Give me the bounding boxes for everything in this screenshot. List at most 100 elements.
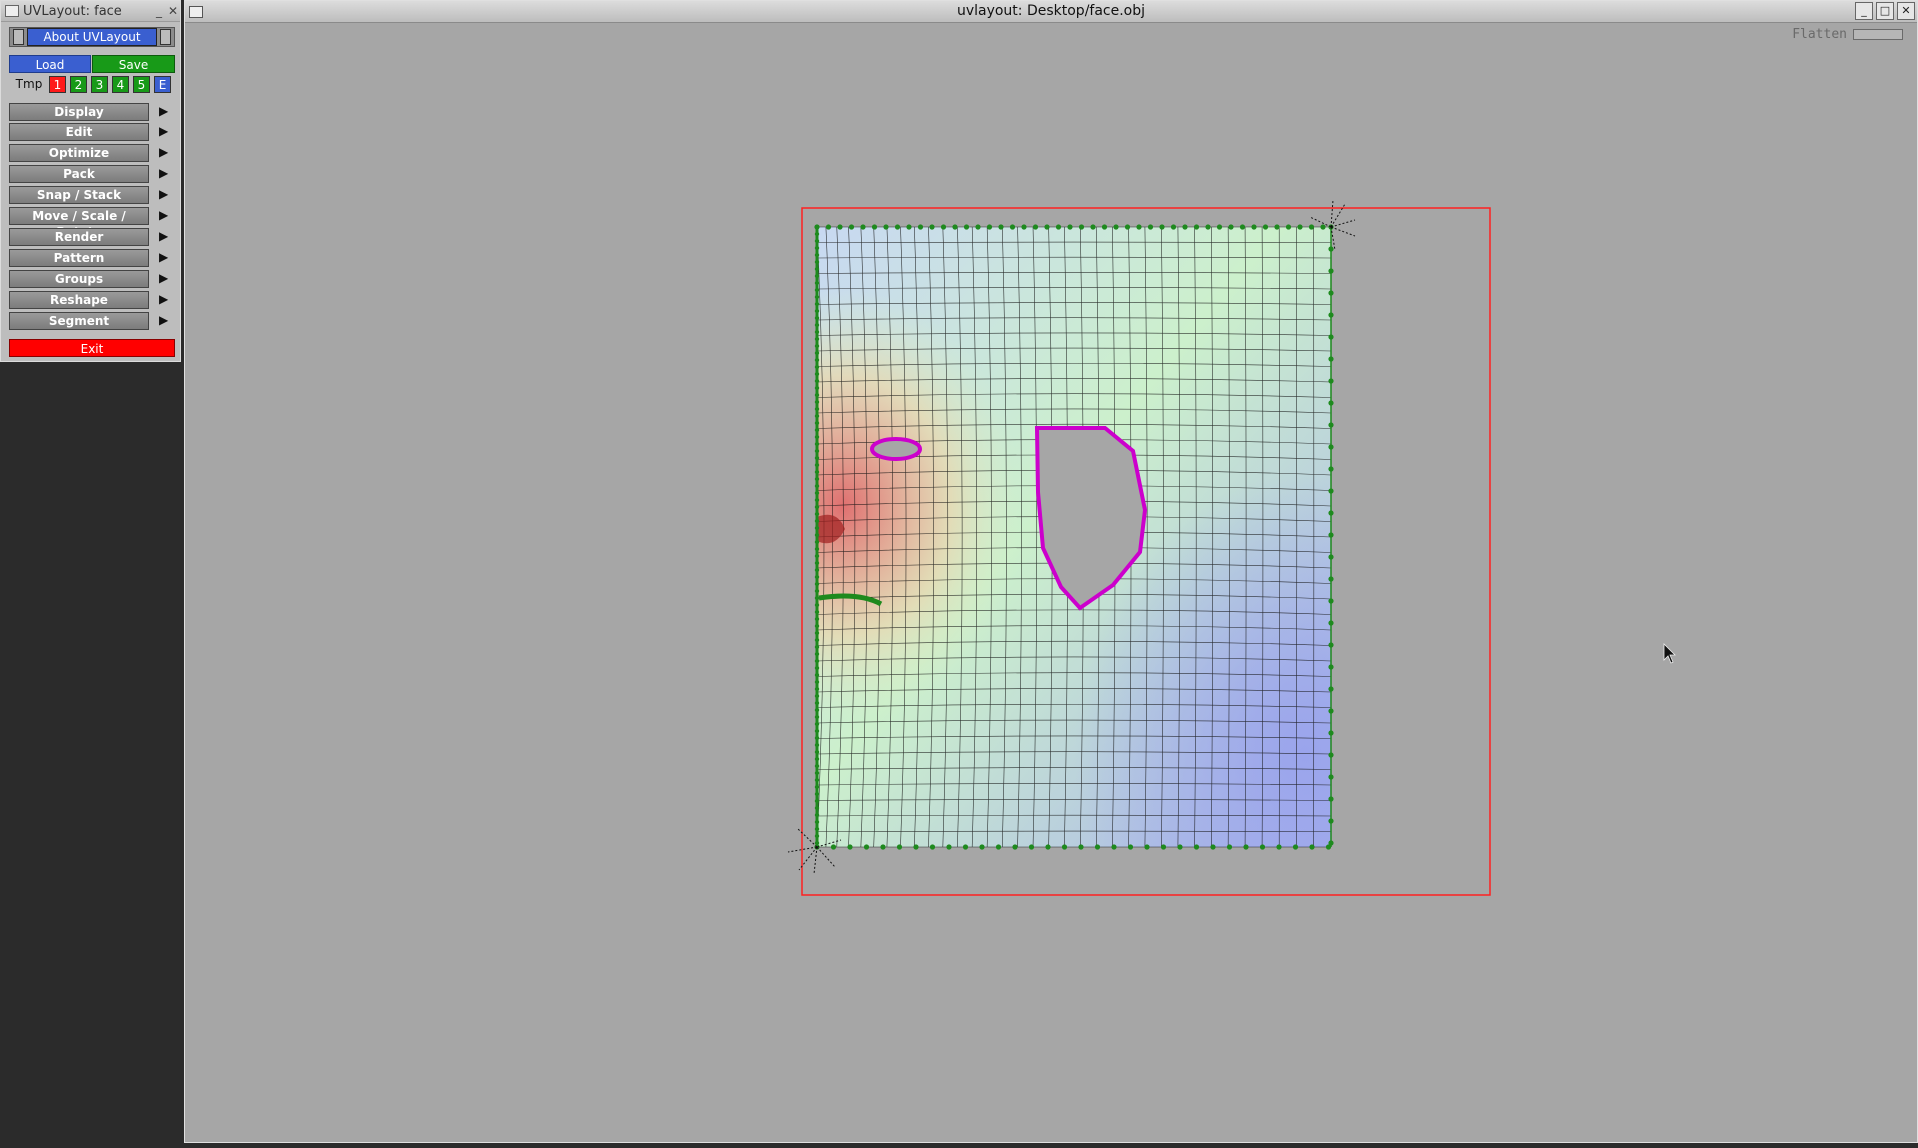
- main-window: uvlayout: Desktop/face.obj _ □ ✕ Flatten: [184, 0, 1918, 1143]
- window-menu-icon[interactable]: [189, 6, 203, 18]
- boundary-vertex: [1147, 224, 1154, 230]
- boundary-vertex: [1124, 224, 1131, 230]
- minimize-icon[interactable]: _: [1855, 2, 1873, 20]
- boundary-vertex: [1078, 844, 1084, 850]
- submenu-arrow-icon[interactable]: ▶: [159, 145, 168, 159]
- boundary-vertex: [1259, 844, 1266, 850]
- boundary-vertex: [880, 844, 886, 850]
- menu-snap-stack[interactable]: Snap / Stack ▶: [9, 186, 175, 204]
- boundary-vertex: [1210, 844, 1216, 850]
- boundary-vertex: [940, 224, 947, 230]
- boundary-vertex: [1309, 844, 1315, 850]
- boundary-vertex: [1193, 844, 1200, 850]
- menu-label: Edit: [9, 123, 149, 141]
- tmp-slot-2[interactable]: 2: [70, 75, 87, 93]
- menu-edit[interactable]: Edit ▶: [9, 123, 175, 141]
- boundary-vertex: [1009, 224, 1016, 230]
- menu-segment[interactable]: Segment ▶: [9, 312, 175, 330]
- boundary-vertex: [1094, 844, 1101, 850]
- close-icon[interactable]: ✕: [166, 4, 180, 18]
- tmp-slot-1[interactable]: 1: [49, 75, 66, 93]
- about-bar: About UVLayout: [9, 27, 175, 47]
- uv-viewport[interactable]: [185, 22, 1917, 1142]
- menu-reshape[interactable]: Reshape ▶: [9, 291, 175, 309]
- boundary-vertex: [847, 844, 853, 850]
- submenu-arrow-icon[interactable]: ▶: [159, 104, 168, 118]
- menu-render[interactable]: Render ▶: [9, 228, 175, 246]
- boundary-vertex: [1127, 844, 1134, 850]
- tmp-slot-row: Tmp 1 2 3 4 5 E: [9, 75, 175, 93]
- menu-groups[interactable]: Groups ▶: [9, 270, 175, 288]
- boundary-vertex: [995, 844, 1002, 850]
- boundary-vertex: [1067, 224, 1073, 230]
- boundary-vertex: [1276, 844, 1282, 850]
- eye-hole[interactable]: [870, 437, 922, 461]
- submenu-arrow-icon[interactable]: ▶: [159, 313, 168, 327]
- tmp-slot-edit[interactable]: E: [154, 75, 171, 93]
- menu-display[interactable]: Display ▶: [9, 103, 175, 121]
- grip-left-icon[interactable]: [13, 29, 24, 45]
- boundary-vertex: [1028, 844, 1035, 850]
- boundary-vertex: [1012, 844, 1018, 850]
- submenu-arrow-icon[interactable]: ▶: [159, 250, 168, 264]
- boundary-vertex: [929, 844, 936, 850]
- save-button[interactable]: Save: [92, 55, 175, 73]
- boundary-vertex: [1160, 844, 1167, 850]
- boundary-vertex: [1032, 224, 1039, 230]
- boundary-vertex: [1228, 224, 1234, 230]
- menu-optimize[interactable]: Optimize ▶: [9, 144, 175, 162]
- tmp-slot-3[interactable]: 3: [91, 75, 108, 93]
- boundary-vertex: [913, 844, 919, 850]
- boundary-vertex: [986, 224, 993, 230]
- boundary-vertex: [896, 844, 903, 850]
- maximize-icon[interactable]: □: [1876, 2, 1894, 20]
- submenu-arrow-icon[interactable]: ▶: [159, 292, 168, 306]
- boundary-vertex: [1297, 224, 1303, 230]
- grip-right-icon[interactable]: [160, 29, 171, 45]
- submenu-arrow-icon[interactable]: ▶: [159, 208, 168, 222]
- main-titlebar[interactable]: uvlayout: Desktop/face.obj _ □ ✕: [185, 1, 1917, 23]
- menu-label: Render: [9, 228, 149, 246]
- boundary-vertex: [1045, 844, 1051, 850]
- boundary-vertex: [848, 224, 855, 230]
- boundary-vertex: [1044, 224, 1050, 230]
- boundary-vertex: [1262, 224, 1269, 230]
- about-uvlayout-button[interactable]: About UVLayout: [27, 28, 157, 46]
- exit-button[interactable]: Exit: [9, 339, 175, 357]
- load-button[interactable]: Load: [9, 55, 91, 73]
- menu-move-scale-rotate[interactable]: Move / Scale / Rotate ▶: [9, 207, 175, 239]
- boundary-vertex: [975, 224, 981, 230]
- boundary-vertex: [998, 224, 1004, 230]
- submenu-arrow-icon[interactable]: ▶: [159, 166, 168, 180]
- submenu-arrow-icon[interactable]: ▶: [159, 124, 168, 138]
- boundary-vertex: [1021, 224, 1027, 230]
- menu-pattern[interactable]: Pattern ▶: [9, 249, 175, 267]
- window-menu-icon[interactable]: [5, 5, 19, 17]
- boundary-vertex: [1090, 224, 1096, 230]
- boundary-vertex: [1055, 224, 1062, 230]
- boundary-vertex: [946, 844, 952, 850]
- boundary-vertex: [1292, 844, 1299, 850]
- boundary-vertex: [1226, 844, 1233, 850]
- submenu-arrow-icon[interactable]: ▶: [159, 271, 168, 285]
- minimize-icon[interactable]: _: [152, 4, 166, 18]
- tool-titlebar[interactable]: UVLayout: face _ ✕: [1, 1, 180, 22]
- submenu-arrow-icon[interactable]: ▶: [159, 187, 168, 201]
- tmp-slot-5[interactable]: 5: [133, 75, 150, 93]
- boundary-vertex: [1205, 224, 1211, 230]
- main-window-title: uvlayout: Desktop/face.obj: [956, 3, 1146, 19]
- boundary-vertex: [883, 224, 889, 230]
- menu-pack[interactable]: Pack ▶: [9, 165, 175, 183]
- boundary-vertex: [825, 224, 832, 230]
- close-icon[interactable]: ✕: [1897, 2, 1915, 20]
- boundary-vertex: [1216, 224, 1223, 230]
- boundary-vertex: [1078, 224, 1085, 230]
- boundary-vertex: [1285, 224, 1292, 230]
- menu-label: Pattern: [9, 249, 149, 267]
- boundary-vertex: [1308, 224, 1315, 230]
- submenu-arrow-icon[interactable]: ▶: [159, 229, 168, 243]
- boundary-vertex: [962, 844, 969, 850]
- uv-shell[interactable]: [787, 199, 1356, 875]
- tmp-slot-4[interactable]: 4: [112, 75, 129, 93]
- boundary-vertex: [1170, 224, 1177, 230]
